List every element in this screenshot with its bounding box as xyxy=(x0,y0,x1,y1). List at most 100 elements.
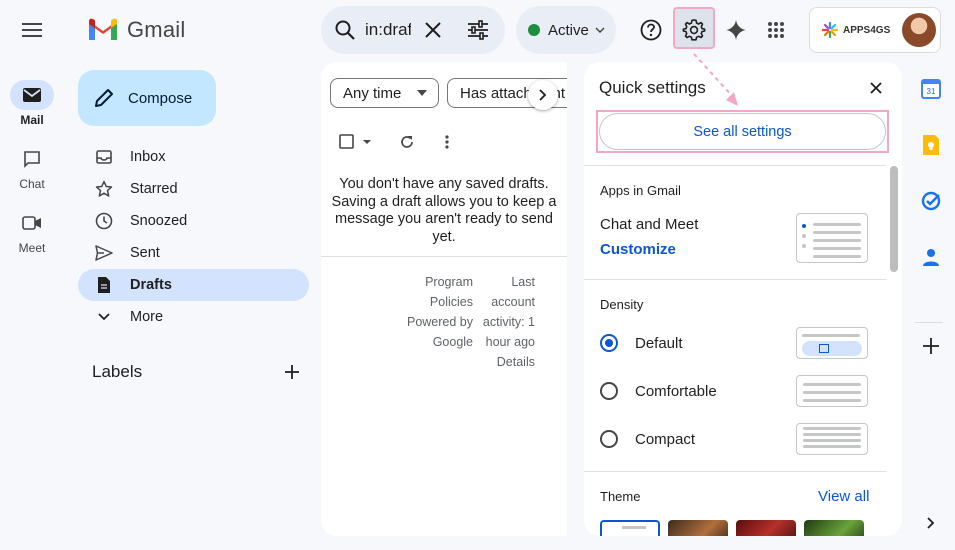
apps-grid-icon xyxy=(768,22,784,38)
radio-icon[interactable] xyxy=(600,430,618,448)
rail-item-meet[interactable]: Meet xyxy=(0,208,64,255)
density-section-title: Density xyxy=(600,297,644,312)
search-bar[interactable] xyxy=(321,6,505,54)
radio-selected-icon[interactable] xyxy=(600,334,618,352)
search-input[interactable] xyxy=(365,18,411,42)
contacts-app-button[interactable] xyxy=(917,243,945,271)
nav-item-starred[interactable]: Starred xyxy=(78,173,309,205)
caret-down-icon xyxy=(417,90,428,96)
keep-icon xyxy=(923,135,939,155)
app-name: Gmail xyxy=(127,17,186,42)
rail-item-mail[interactable]: Mail xyxy=(0,80,64,127)
nav-item-label: Snoozed xyxy=(130,213,188,229)
chevron-down-icon xyxy=(595,27,605,33)
apps-layout-thumbnail xyxy=(796,213,868,263)
activity-text: activity: 1 xyxy=(482,315,535,329)
calendar-app-button[interactable]: 31 xyxy=(917,75,945,103)
theme-option-thumbnail[interactable] xyxy=(668,520,728,536)
account-switcher[interactable]: APPS4GS xyxy=(809,7,941,53)
density-option-default[interactable]: Default xyxy=(600,331,683,355)
density-option-comfortable[interactable]: Comfortable xyxy=(600,379,717,403)
activity-text: Last xyxy=(511,275,535,289)
density-option-label: Compact xyxy=(635,430,696,448)
clear-search-button[interactable] xyxy=(420,17,446,43)
divider xyxy=(915,322,943,323)
keep-app-button[interactable] xyxy=(917,131,945,159)
customize-link[interactable]: Customize xyxy=(600,241,676,258)
status-dot-icon xyxy=(528,24,540,36)
see-all-settings-button[interactable]: See all settings xyxy=(599,113,886,150)
chevron-right-icon xyxy=(539,89,547,101)
svg-text:31: 31 xyxy=(927,87,936,96)
create-label-button[interactable] xyxy=(280,360,304,384)
refresh-button[interactable] xyxy=(395,130,419,154)
search-icon[interactable] xyxy=(333,18,357,42)
brand-name: APPS4GS xyxy=(843,24,891,36)
quick-settings-scrollbar[interactable] xyxy=(890,166,898,272)
status-selector[interactable]: Active xyxy=(516,6,616,54)
main-menu-button[interactable] xyxy=(14,12,50,48)
apps-section-title: Apps in Gmail xyxy=(600,183,681,198)
contacts-icon xyxy=(923,249,939,266)
theme-option-thumbnail[interactable] xyxy=(736,520,796,536)
time-filter-chip[interactable]: Any time xyxy=(330,78,439,108)
rail-item-label: Meet xyxy=(18,241,46,255)
account-activity: Last account activity: 1 hour ago Detail… xyxy=(481,272,535,372)
density-option-label: Comfortable xyxy=(635,382,717,400)
inbox-icon xyxy=(94,147,114,167)
time-filter-label: Any time xyxy=(343,84,402,102)
avatar[interactable] xyxy=(902,13,936,47)
plus-icon xyxy=(285,365,299,379)
show-side-panel-button[interactable] xyxy=(917,509,945,537)
gmail-logo[interactable]: Gmail xyxy=(87,14,185,46)
powered-by-text: Powered by xyxy=(406,315,473,329)
star-icon xyxy=(94,179,114,199)
pencil-icon xyxy=(95,89,113,107)
program-policies-link[interactable]: Policies xyxy=(393,292,473,312)
compose-button[interactable]: Compose xyxy=(78,70,216,126)
more-options-button[interactable] xyxy=(435,130,459,154)
density-option-label: Default xyxy=(635,334,683,352)
divider xyxy=(584,165,886,166)
gmail-m-icon xyxy=(89,18,117,40)
theme-default-thumbnail[interactable] xyxy=(600,520,660,536)
brand-logo-icon xyxy=(822,22,838,38)
apps-button[interactable] xyxy=(758,12,794,48)
details-link[interactable]: Details xyxy=(481,352,535,372)
nav-item-label: Sent xyxy=(130,245,160,261)
theme-option-thumbnail[interactable] xyxy=(804,520,864,536)
labels-heading: Labels xyxy=(92,362,143,381)
divider xyxy=(584,471,886,472)
org-brand: APPS4GS xyxy=(822,22,890,38)
tasks-app-button[interactable] xyxy=(917,187,945,215)
apps-label: Chat and Meet xyxy=(600,216,699,233)
radio-icon[interactable] xyxy=(600,382,618,400)
nav-item-label: Starred xyxy=(130,181,178,197)
support-button[interactable] xyxy=(633,12,669,48)
hamburger-icon xyxy=(22,23,42,37)
density-option-compact[interactable]: Compact xyxy=(600,427,695,451)
rail-item-label: Mail xyxy=(20,113,44,127)
settings-button[interactable] xyxy=(673,7,715,49)
nav-item-sent[interactable]: Sent xyxy=(78,237,309,269)
density-compact-thumbnail xyxy=(796,423,868,455)
program-policies-link[interactable]: Program xyxy=(393,272,473,292)
rail-item-chat[interactable]: Chat xyxy=(0,144,64,191)
nav-item-more[interactable]: More xyxy=(78,301,309,333)
nav-item-drafts[interactable]: Drafts xyxy=(78,269,309,301)
footer-links: Program Policies Powered by Google xyxy=(393,272,473,352)
status-label: Active xyxy=(548,21,589,39)
density-comfortable-thumbnail xyxy=(796,375,868,407)
select-all-checkbox[interactable] xyxy=(337,130,377,154)
get-addons-button[interactable] xyxy=(917,332,945,360)
gemini-button[interactable] xyxy=(718,12,754,48)
message-list-panel: Any time Has attachment You don't have a… xyxy=(321,62,567,536)
nav-item-snoozed[interactable]: Snoozed xyxy=(78,205,309,237)
search-options-button[interactable] xyxy=(465,17,491,43)
close-quick-settings-button[interactable] xyxy=(864,76,888,100)
view-all-themes-link[interactable]: View all xyxy=(818,488,869,505)
chat-icon xyxy=(10,144,54,174)
nav-item-inbox[interactable]: Inbox xyxy=(78,141,309,173)
filter-scroll-button[interactable] xyxy=(528,80,558,110)
clock-icon xyxy=(94,211,114,231)
